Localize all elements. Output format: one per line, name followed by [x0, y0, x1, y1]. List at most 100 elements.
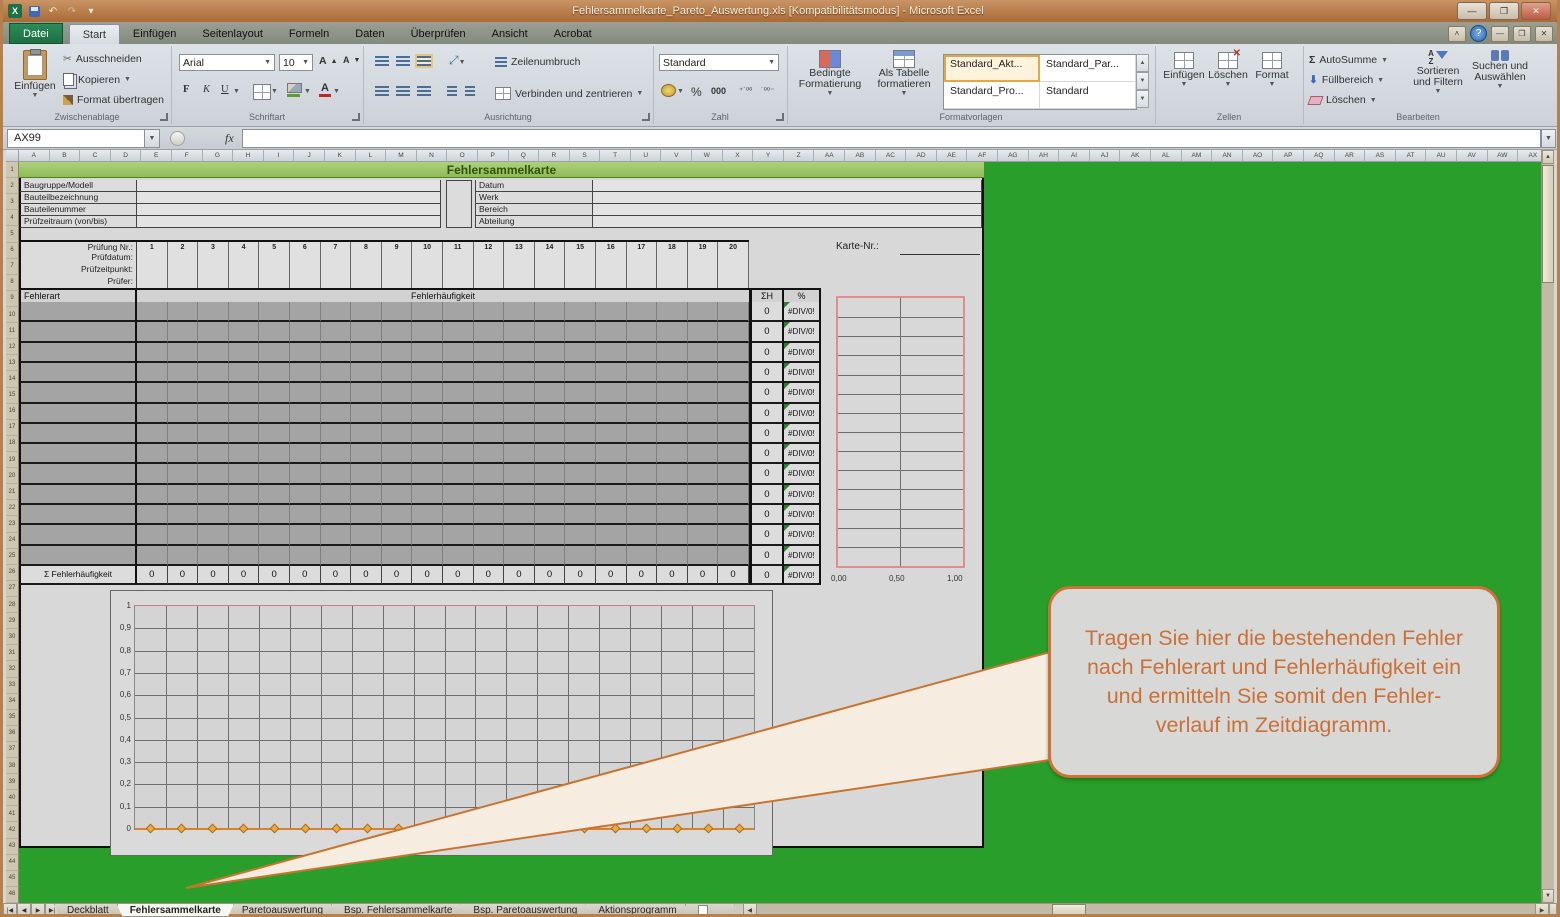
haeufigkeit-cell[interactable] [596, 363, 627, 383]
haeufigkeit-cell[interactable] [137, 424, 168, 444]
haeufigkeit-cell[interactable] [627, 302, 658, 322]
row-header-44[interactable]: 44 [6, 855, 19, 871]
haeufigkeit-cell[interactable] [168, 525, 199, 545]
pruefung-cell[interactable] [290, 252, 321, 264]
haeufigkeit-cell[interactable] [718, 322, 749, 342]
pruefung-cell[interactable] [535, 264, 566, 276]
haeufigkeit-cell[interactable] [474, 525, 505, 545]
borders-icon[interactable] [253, 84, 271, 100]
row-header-31[interactable]: 31 [6, 645, 19, 661]
vscroll-thumb[interactable] [1542, 165, 1554, 283]
column-header-AB[interactable]: AB [845, 150, 876, 162]
row-header-10[interactable]: 10 [6, 307, 19, 323]
align-left-icon[interactable] [375, 86, 389, 96]
haeufigkeit-cell[interactable] [474, 322, 505, 342]
haeufigkeit-cell[interactable] [412, 322, 443, 342]
italic-button[interactable]: K [203, 84, 210, 95]
pruefung-cell[interactable] [259, 252, 290, 264]
pruefung-cell[interactable] [627, 276, 658, 288]
pruefung-cell[interactable] [351, 264, 382, 276]
haeufigkeit-cell[interactable] [718, 363, 749, 383]
haeufigkeit-cell[interactable] [198, 383, 229, 403]
haeufigkeit-cell[interactable] [565, 404, 596, 424]
haeufigkeit-cell[interactable] [382, 322, 413, 342]
haeufigkeit-cell[interactable] [504, 546, 535, 566]
pruefung-cell[interactable] [198, 252, 229, 264]
column-header-AF[interactable]: AF [967, 150, 998, 162]
gallery-more-icon[interactable]: ▼ [1136, 90, 1149, 108]
haeufigkeit-cell[interactable] [627, 485, 658, 505]
column-header-AQ[interactable]: AQ [1304, 150, 1335, 162]
haeufigkeit-cell[interactable] [229, 302, 260, 322]
pruefung-cell[interactable] [259, 276, 290, 288]
haeufigkeit-cell[interactable] [565, 424, 596, 444]
haeufigkeit-cell[interactable] [596, 444, 627, 464]
haeufigkeit-cell[interactable] [229, 444, 260, 464]
column-header-I[interactable]: I [264, 150, 295, 162]
doc-restore-button[interactable]: ❐ [1513, 26, 1531, 42]
haeufigkeit-cell[interactable] [412, 302, 443, 322]
haeufigkeit-cell[interactable] [443, 424, 474, 444]
info-value-cell[interactable] [137, 216, 441, 228]
haeufigkeit-cell[interactable] [382, 424, 413, 444]
haeufigkeit-cell[interactable] [412, 404, 443, 424]
pruefung-cell[interactable] [229, 252, 260, 264]
haeufigkeit-cell[interactable] [474, 444, 505, 464]
fill-color-icon[interactable] [287, 83, 302, 97]
haeufigkeit-cell[interactable] [229, 546, 260, 566]
haeufigkeit-cell[interactable] [627, 424, 658, 444]
haeufigkeit-cell[interactable] [688, 525, 719, 545]
shrink-font-icon[interactable]: A▼ [343, 55, 360, 65]
haeufigkeit-cell[interactable] [382, 302, 413, 322]
haeufigkeit-cell[interactable] [504, 505, 535, 525]
haeufigkeit-cell[interactable] [290, 322, 321, 342]
pruefung-cell[interactable] [504, 264, 535, 276]
haeufigkeit-cell[interactable] [657, 444, 688, 464]
haeufigkeit-cell[interactable] [412, 383, 443, 403]
haeufigkeit-cell[interactable] [351, 525, 382, 545]
haeufigkeit-cell[interactable] [657, 525, 688, 545]
fehlerart-cell[interactable] [19, 444, 137, 464]
pruefung-cell[interactable] [688, 264, 719, 276]
haeufigkeit-cell[interactable] [259, 322, 290, 342]
haeufigkeit-cell[interactable] [351, 322, 382, 342]
pruefung-cell[interactable] [443, 264, 474, 276]
haeufigkeit-cell[interactable] [382, 363, 413, 383]
haeufigkeit-cell[interactable] [137, 485, 168, 505]
haeufigkeit-cell[interactable] [718, 444, 749, 464]
haeufigkeit-cell[interactable] [504, 363, 535, 383]
haeufigkeit-cell[interactable] [718, 546, 749, 566]
row-header-5[interactable]: 5 [6, 226, 19, 242]
fehlerart-cell[interactable] [19, 485, 137, 505]
haeufigkeit-cell[interactable] [290, 302, 321, 322]
pruefung-cell[interactable] [137, 276, 168, 288]
copy-button[interactable]: Kopieren▼ [63, 73, 131, 86]
haeufigkeit-cell[interactable] [688, 404, 719, 424]
haeufigkeit-cell[interactable] [565, 444, 596, 464]
help-icon[interactable]: ? [1470, 25, 1487, 42]
haeufigkeit-cell[interactable] [198, 485, 229, 505]
currency-icon[interactable] [661, 84, 676, 97]
haeufigkeit-cell[interactable] [229, 485, 260, 505]
haeufigkeit-cell[interactable] [565, 322, 596, 342]
haeufigkeit-cell[interactable] [168, 444, 199, 464]
haeufigkeit-cell[interactable] [198, 363, 229, 383]
row-header-23[interactable]: 23 [6, 516, 19, 532]
haeufigkeit-cell[interactable] [229, 322, 260, 342]
column-header-AP[interactable]: AP [1273, 150, 1304, 162]
column-header-AT[interactable]: AT [1396, 150, 1427, 162]
increase-indent-icon[interactable] [465, 86, 475, 96]
pruefung-cell[interactable] [657, 264, 688, 276]
haeufigkeit-cell[interactable] [351, 464, 382, 484]
haeufigkeit-cell[interactable] [229, 363, 260, 383]
increase-decimal-icon[interactable]: ⁺˙⁰⁰ [739, 86, 752, 95]
pruefung-cell[interactable] [382, 276, 413, 288]
insert-cells-button[interactable]: Einfügen▼ [1163, 52, 1205, 88]
formula-input[interactable] [242, 129, 1541, 148]
haeufigkeit-cell[interactable] [321, 525, 352, 545]
underline-button[interactable]: U [221, 84, 229, 95]
column-header-Z[interactable]: Z [784, 150, 815, 162]
row-header-15[interactable]: 15 [6, 388, 19, 404]
haeufigkeit-cell[interactable] [198, 525, 229, 545]
pruefung-cell[interactable] [474, 252, 505, 264]
